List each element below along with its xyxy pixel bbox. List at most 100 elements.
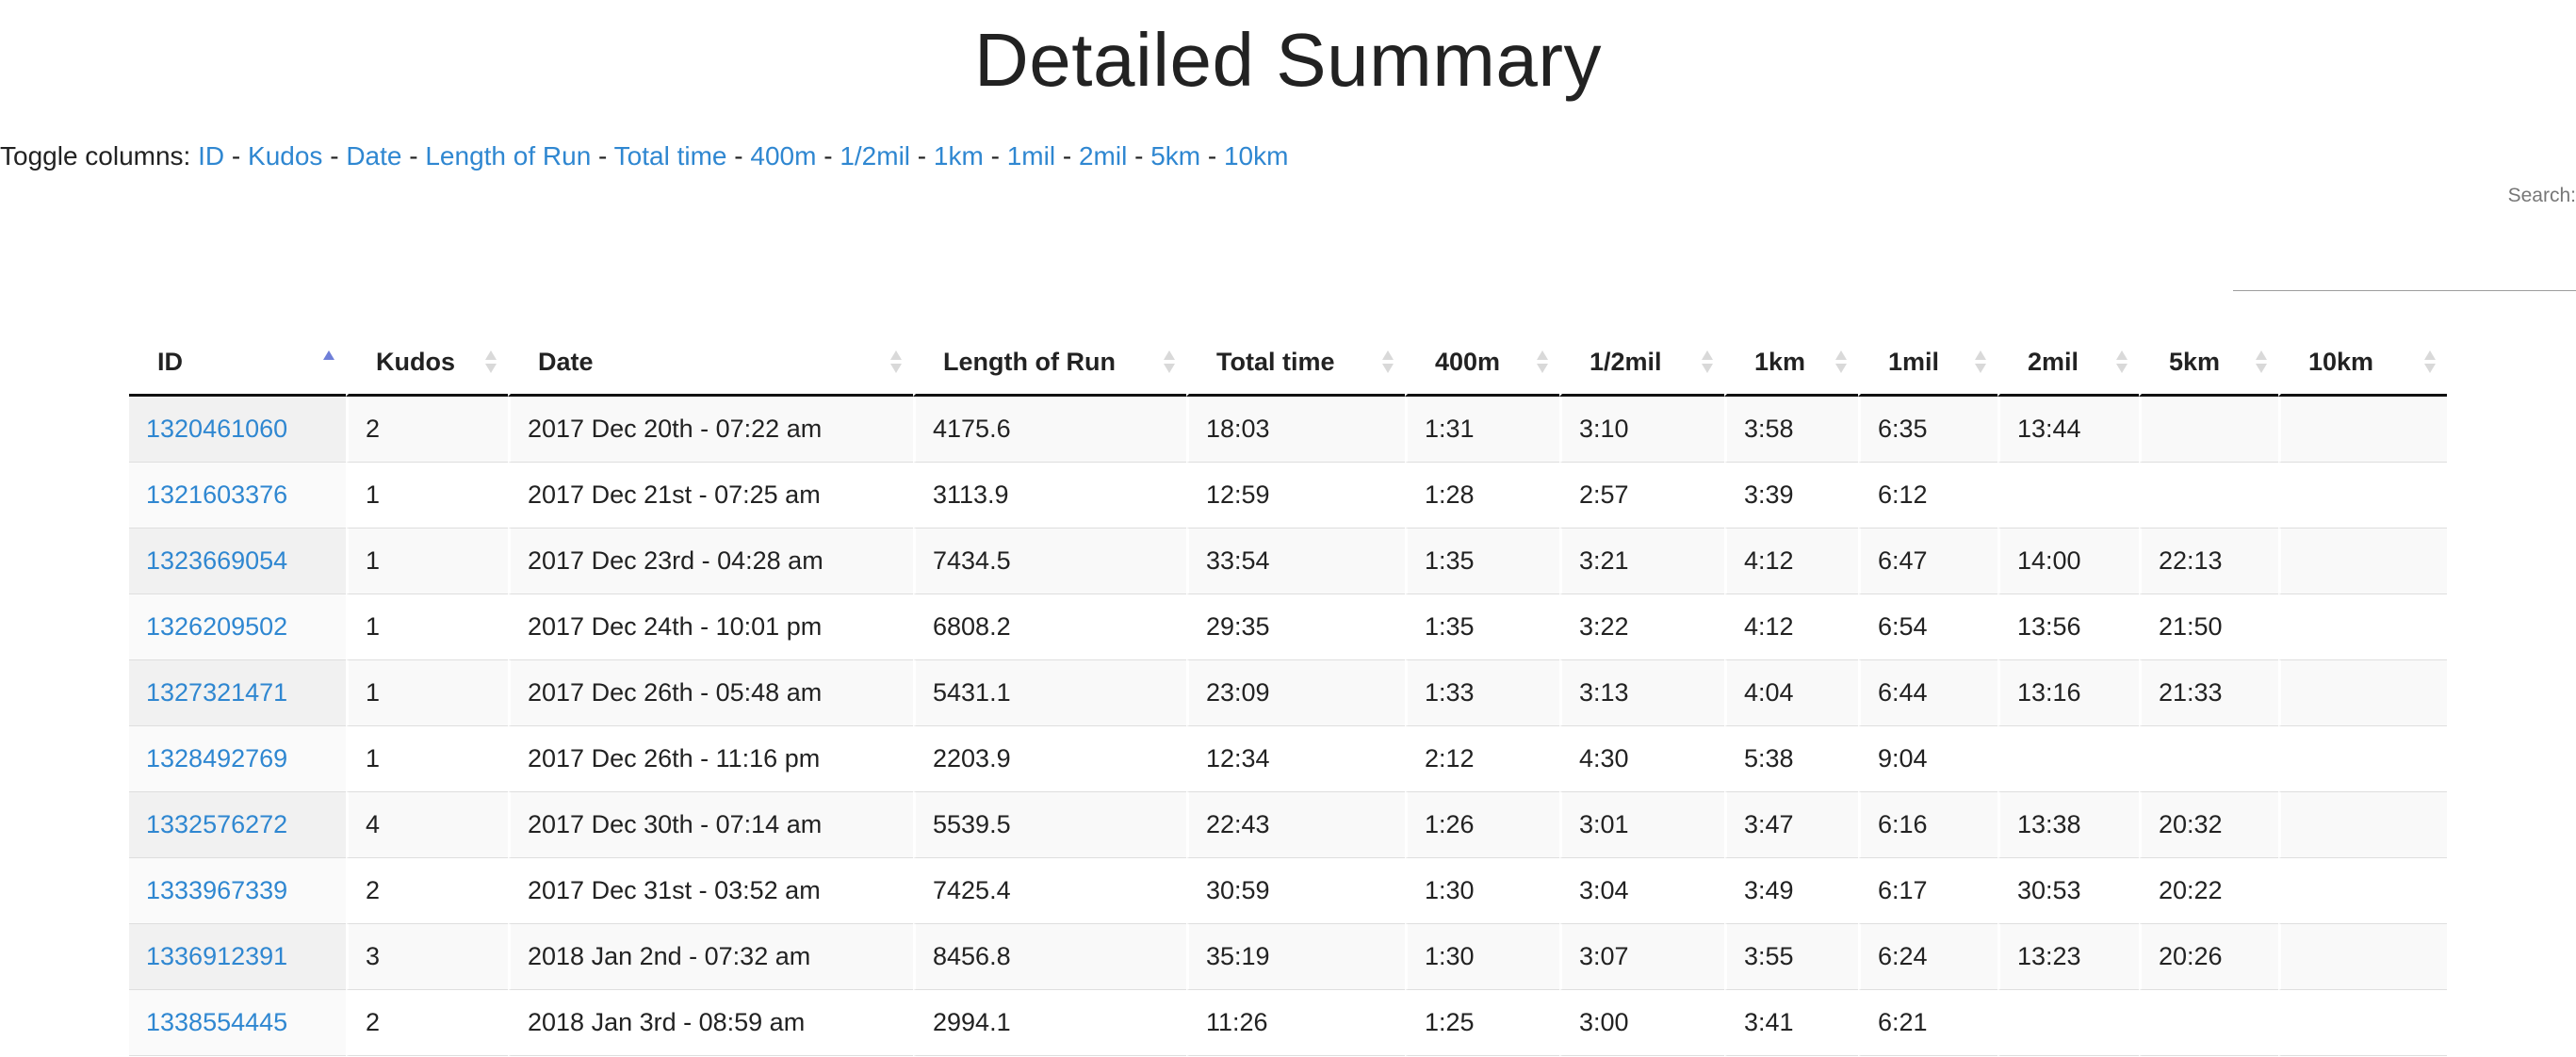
cell-1-2mil: 3:22 bbox=[1559, 594, 1724, 660]
toggle-column-5km-link[interactable]: 5km bbox=[1150, 141, 1200, 171]
sort-icon bbox=[890, 350, 902, 375]
toggle-column-id-link[interactable]: ID bbox=[198, 141, 224, 171]
toggle-columns-bar: Toggle columns: ID - Kudos - Date - Leng… bbox=[0, 141, 1288, 171]
activity-id-link[interactable]: 1338554445 bbox=[146, 1008, 287, 1036]
column-header-2mil[interactable]: 2mil bbox=[1997, 330, 2139, 397]
activity-id-link[interactable]: 1332576272 bbox=[146, 810, 287, 838]
cell-kudos: 2 bbox=[346, 397, 508, 463]
activity-id-link[interactable]: 1326209502 bbox=[146, 612, 287, 641]
cell-2mil: 13:44 bbox=[1997, 397, 2139, 463]
cell-kudos: 4 bbox=[346, 792, 508, 858]
column-header-1km[interactable]: 1km bbox=[1724, 330, 1858, 397]
column-header-400m[interactable]: 400m bbox=[1405, 330, 1559, 397]
activity-id-link[interactable]: 1320461060 bbox=[146, 415, 287, 443]
cell-date: 2017 Dec 30th - 07:14 am bbox=[508, 792, 913, 858]
cell-total-time: 18:03 bbox=[1186, 397, 1405, 463]
column-header-date[interactable]: Date bbox=[508, 330, 913, 397]
cell-5km: 21:50 bbox=[2139, 594, 2278, 660]
sort-icon bbox=[2116, 350, 2128, 375]
column-header-label: 1mil bbox=[1888, 347, 1940, 376]
cell-date: 2017 Dec 24th - 10:01 pm bbox=[508, 594, 913, 660]
sort-icon bbox=[1382, 350, 1394, 375]
cell-date: 2018 Jan 2nd - 07:32 am bbox=[508, 924, 913, 990]
column-header-length-of-run[interactable]: Length of Run bbox=[913, 330, 1186, 397]
toggle-column-length-of-run-link[interactable]: Length of Run bbox=[425, 141, 591, 171]
cell-1km: 4:12 bbox=[1724, 594, 1858, 660]
cell-400m: 1:31 bbox=[1405, 397, 1559, 463]
cell-kudos: 1 bbox=[346, 660, 508, 726]
cell-5km bbox=[2139, 726, 2278, 792]
cell-10km bbox=[2278, 858, 2447, 924]
cell-1mil: 6:21 bbox=[1858, 990, 1997, 1056]
toggle-column-date-link[interactable]: Date bbox=[346, 141, 401, 171]
cell-date: 2017 Dec 20th - 07:22 am bbox=[508, 397, 913, 463]
cell-400m: 1:26 bbox=[1405, 792, 1559, 858]
toggle-column-1-2mil-link[interactable]: 1/2mil bbox=[840, 141, 910, 171]
column-header-id[interactable]: ID bbox=[129, 330, 346, 397]
cell-length-of-run: 7434.5 bbox=[913, 528, 1186, 594]
cell-10km bbox=[2278, 594, 2447, 660]
cell-1mil: 6:16 bbox=[1858, 792, 1997, 858]
cell-date: 2017 Dec 21st - 07:25 am bbox=[508, 463, 913, 528]
cell-total-time: 12:34 bbox=[1186, 726, 1405, 792]
sort-icon bbox=[1835, 350, 1847, 375]
toggle-separator: - bbox=[983, 141, 1007, 171]
toggle-column-10km-link[interactable]: 10km bbox=[1224, 141, 1288, 171]
cell-1-2mil: 3:10 bbox=[1559, 397, 1724, 463]
activity-id-link[interactable]: 1333967339 bbox=[146, 876, 287, 904]
cell-1-2mil: 4:30 bbox=[1559, 726, 1724, 792]
toggle-separator: - bbox=[322, 141, 347, 171]
cell-1mil: 9:04 bbox=[1858, 726, 1997, 792]
activity-id-link[interactable]: 1327321471 bbox=[146, 678, 287, 707]
toggle-column-1km-link[interactable]: 1km bbox=[934, 141, 984, 171]
cell-1mil: 6:12 bbox=[1858, 463, 1997, 528]
cell-1km: 4:04 bbox=[1724, 660, 1858, 726]
cell-total-time: 22:43 bbox=[1186, 792, 1405, 858]
activity-id-link[interactable]: 1328492769 bbox=[146, 744, 287, 772]
cell-kudos: 1 bbox=[346, 726, 508, 792]
cell-400m: 1:33 bbox=[1405, 660, 1559, 726]
toggle-column-400m-link[interactable]: 400m bbox=[750, 141, 816, 171]
sort-icon bbox=[1164, 350, 1175, 375]
cell-5km: 20:32 bbox=[2139, 792, 2278, 858]
cell-5km bbox=[2139, 463, 2278, 528]
column-header-kudos[interactable]: Kudos bbox=[346, 330, 508, 397]
toggle-column-kudos-link[interactable]: Kudos bbox=[248, 141, 322, 171]
cell-5km: 20:26 bbox=[2139, 924, 2278, 990]
cell-2mil bbox=[1997, 990, 2139, 1056]
table-row: 1320461060 2 2017 Dec 20th - 07:22 am 4175.… bbox=[129, 397, 2447, 463]
cell-400m: 1:35 bbox=[1405, 594, 1559, 660]
cell-2mil: 13:56 bbox=[1997, 594, 2139, 660]
cell-1km: 4:12 bbox=[1724, 528, 1858, 594]
table-row: 1321603376 1 2017 Dec 21st - 07:25 am 3113.… bbox=[129, 463, 2447, 528]
cell-400m: 1:28 bbox=[1405, 463, 1559, 528]
cell-400m: 1:25 bbox=[1405, 990, 1559, 1056]
cell-length-of-run: 2203.9 bbox=[913, 726, 1186, 792]
cell-10km bbox=[2278, 660, 2447, 726]
toggle-separator: - bbox=[816, 141, 840, 171]
table-row: 1328492769 1 2017 Dec 26th - 11:16 pm 2203.… bbox=[129, 726, 2447, 792]
toggle-column-total-time-link[interactable]: Total time bbox=[614, 141, 727, 171]
activity-id-link[interactable]: 1323669054 bbox=[146, 546, 287, 575]
cell-1-2mil: 3:00 bbox=[1559, 990, 1724, 1056]
toggle-column-1mil-link[interactable]: 1mil bbox=[1007, 141, 1055, 171]
cell-1mil: 6:47 bbox=[1858, 528, 1997, 594]
column-header-1mil[interactable]: 1mil bbox=[1858, 330, 1997, 397]
toggle-column-2mil-link[interactable]: 2mil bbox=[1079, 141, 1127, 171]
column-header-1-2mil[interactable]: 1/2mil bbox=[1559, 330, 1724, 397]
toggle-separator: - bbox=[224, 141, 249, 171]
cell-10km bbox=[2278, 990, 2447, 1056]
cell-5km: 20:22 bbox=[2139, 858, 2278, 924]
cell-1km: 3:55 bbox=[1724, 924, 1858, 990]
column-header-10km[interactable]: 10km bbox=[2278, 330, 2447, 397]
search-label: Search: bbox=[2507, 185, 2576, 206]
column-header-total-time[interactable]: Total time bbox=[1186, 330, 1405, 397]
summary-table-wrapper: ID Kudos Date Length of Run Total time 400m 1/… bbox=[129, 330, 2447, 1056]
activity-id-link[interactable]: 1336912391 bbox=[146, 942, 287, 970]
search-input[interactable] bbox=[2233, 275, 2576, 291]
cell-1km: 3:58 bbox=[1724, 397, 1858, 463]
column-header-5km[interactable]: 5km bbox=[2139, 330, 2278, 397]
cell-date: 2017 Dec 31st - 03:52 am bbox=[508, 858, 913, 924]
cell-5km bbox=[2139, 397, 2278, 463]
activity-id-link[interactable]: 1321603376 bbox=[146, 480, 287, 509]
